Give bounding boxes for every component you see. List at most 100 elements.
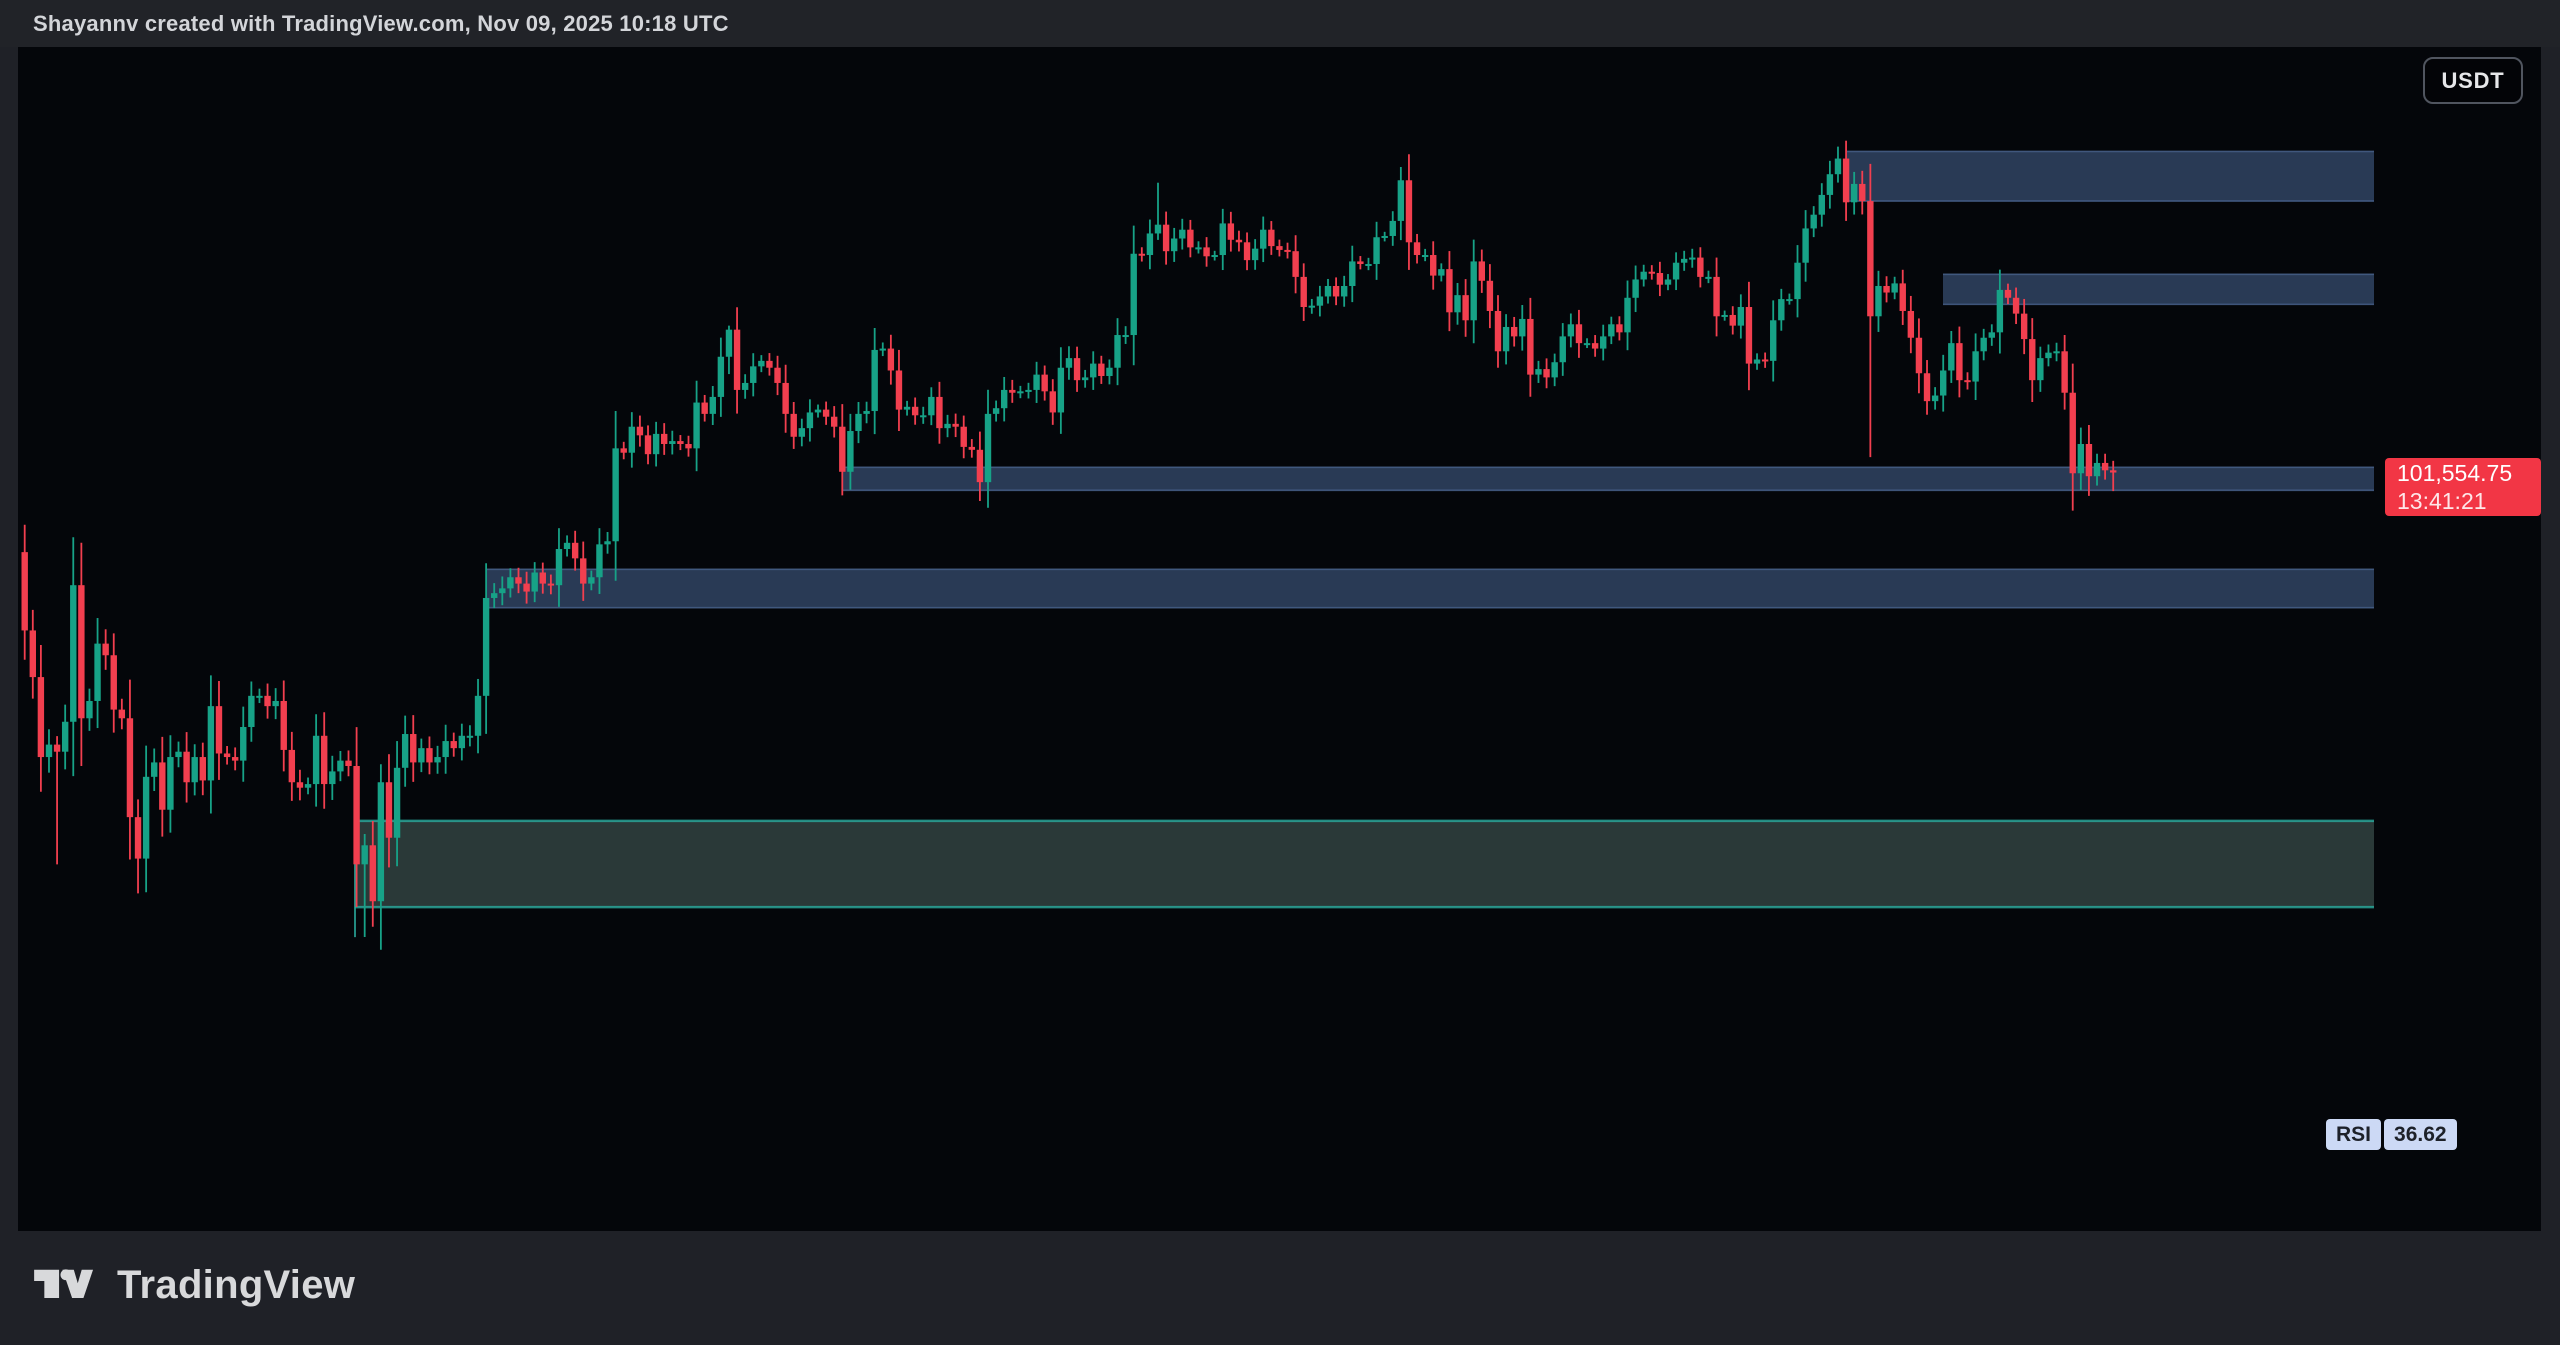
candle-body — [863, 411, 869, 414]
candle-body — [281, 701, 287, 750]
candle-body — [1365, 264, 1371, 266]
candle-body — [410, 734, 416, 762]
candle-body — [1195, 247, 1201, 249]
candle-body — [766, 361, 772, 368]
candle-body — [1649, 272, 1655, 274]
candle-body — [1066, 358, 1072, 368]
candle-body — [2070, 393, 2076, 474]
candle-body — [1560, 336, 1566, 362]
candle-body — [1211, 255, 1217, 257]
candle-body — [1317, 296, 1323, 305]
candle-body — [127, 718, 133, 817]
candle-body — [912, 407, 918, 416]
candle-body — [1373, 237, 1379, 264]
candle-body — [1916, 338, 1922, 374]
candle-body — [1543, 369, 1549, 377]
candle-body — [977, 450, 983, 482]
candle-body — [1997, 290, 2003, 332]
candle-body — [1025, 390, 1031, 392]
candle-body — [418, 748, 424, 762]
candle-body — [1972, 351, 1978, 381]
candle-body — [758, 361, 764, 366]
candle-body — [264, 696, 270, 706]
support-zone-95k[interactable] — [487, 569, 2374, 607]
candle-body — [1244, 242, 1250, 260]
candle-body — [2005, 290, 2011, 298]
rsi-label-chip: RSI — [2326, 1119, 2381, 1150]
candle-body — [1041, 375, 1047, 392]
candle-body — [637, 427, 643, 436]
candle-body — [774, 368, 780, 383]
candle-body — [1551, 362, 1557, 377]
candle-body — [1349, 261, 1355, 286]
candle-body — [1398, 180, 1404, 221]
candle-body — [1082, 377, 1088, 380]
candle-body — [952, 424, 958, 427]
candle-body — [1859, 184, 1865, 201]
candle-body — [896, 370, 902, 409]
candle-body — [240, 727, 246, 761]
candle-body — [135, 817, 141, 858]
candle-body — [1390, 221, 1396, 236]
rsi-indicator-badge[interactable]: RSI 36.62 — [2326, 1119, 2457, 1150]
candle-body — [847, 431, 853, 472]
candle-body — [807, 412, 813, 428]
candle-body — [1616, 324, 1622, 332]
candle-body — [1867, 201, 1873, 316]
candle-body — [305, 784, 311, 788]
candle-body — [1131, 254, 1137, 335]
candle-body — [928, 397, 934, 415]
candle-body — [1843, 159, 1849, 203]
tradingview-screenshot: Shayannv created with TradingView.com, N… — [0, 0, 2560, 1345]
candle-body — [1519, 319, 1525, 336]
candle-body — [1471, 261, 1477, 320]
candle-body — [1139, 254, 1145, 256]
candle-body — [370, 845, 376, 901]
quote-currency-button[interactable]: USDT — [2423, 57, 2523, 104]
candle-body — [1252, 249, 1258, 260]
candle-body — [1762, 359, 1768, 361]
candle-body — [1786, 299, 1792, 301]
candle-body — [1851, 184, 1857, 202]
candle-body — [523, 584, 529, 592]
candle-body — [111, 655, 117, 709]
candle-body — [1738, 307, 1744, 326]
candle-body — [693, 403, 699, 449]
candle-body — [1487, 281, 1493, 311]
resistance-zone-124k[interactable] — [1847, 151, 2374, 201]
candle-body — [1908, 311, 1914, 338]
candle-body — [2045, 353, 2051, 358]
candle-body — [1657, 273, 1663, 285]
candle-body — [467, 736, 473, 738]
current-price-value: 101,554.75 — [2397, 459, 2541, 487]
candle-body — [1802, 228, 1808, 262]
candle-body — [1705, 277, 1711, 279]
candle-body — [1778, 299, 1784, 320]
candle-body — [1106, 368, 1112, 376]
candle-body — [248, 696, 254, 727]
candle-body — [621, 448, 627, 452]
candle-body — [232, 757, 238, 761]
candle-body — [685, 444, 691, 448]
support-zone-101k[interactable] — [843, 467, 2374, 490]
candle-body — [540, 573, 546, 584]
candle-body — [612, 448, 618, 541]
candle-body — [1819, 195, 1825, 215]
candle-body — [1147, 233, 1153, 255]
candle-body — [1932, 396, 1938, 402]
candle-body — [1414, 242, 1420, 255]
candle-body — [394, 768, 400, 838]
candle-body — [1454, 295, 1460, 312]
candle-body — [1163, 225, 1169, 252]
demand-zone-76k-80k[interactable] — [355, 821, 2374, 937]
candle-body — [1017, 391, 1023, 393]
tradingview-logo[interactable]: TradingView — [33, 1262, 355, 1308]
candle-body — [475, 696, 481, 736]
candle-body — [167, 757, 173, 810]
candle-body — [1430, 255, 1436, 276]
candle-body — [1001, 390, 1007, 408]
chart-canvas[interactable] — [0, 0, 2560, 1345]
candle-body — [1309, 306, 1315, 308]
candle-body — [734, 330, 740, 390]
candle-body — [1179, 230, 1185, 239]
